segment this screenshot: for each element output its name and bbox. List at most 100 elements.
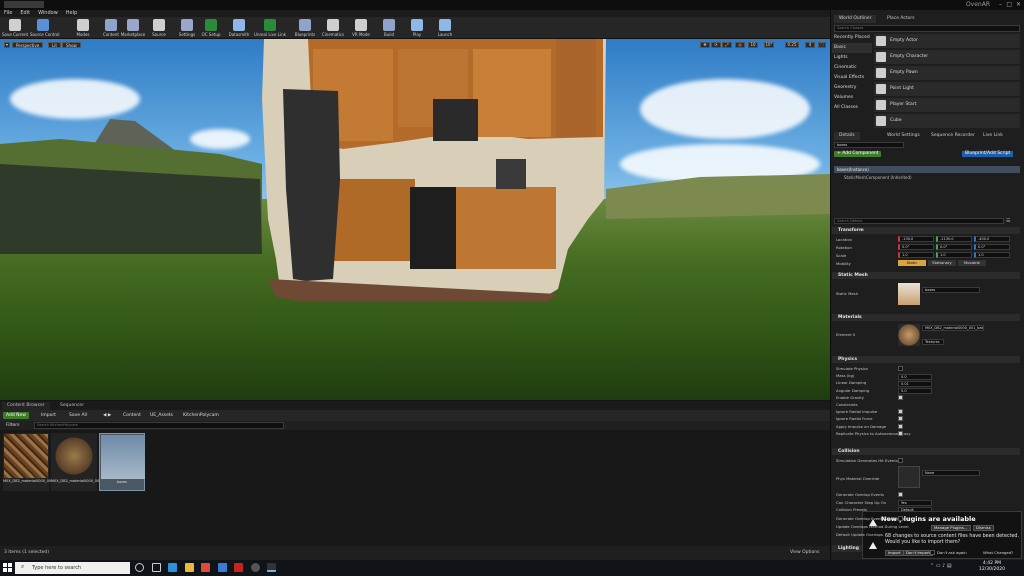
lit-button[interactable]: Lit	[48, 42, 61, 48]
asset-tile[interactable]: M0X_DB2_material0000_001_baked	[51, 433, 114, 491]
tab-live-link[interactable]: Live Link	[978, 132, 1008, 140]
breadcrumb-ue-assets[interactable]: UE_Assets	[147, 412, 176, 419]
scale-z-input[interactable]: 1.0	[974, 252, 1010, 258]
scale-y-input[interactable]: 1.0	[936, 252, 972, 258]
save-current-button[interactable]: Save Current	[2, 17, 28, 39]
chrome-icon[interactable]	[201, 563, 210, 572]
physics-checkbox[interactable]	[898, 423, 903, 429]
viewport-options-button[interactable]: ▾	[4, 42, 10, 48]
menu-help[interactable]: Help	[62, 10, 81, 17]
breadcrumb-content[interactable]: Content	[120, 412, 144, 419]
section-materials[interactable]: Materials	[832, 314, 1020, 321]
import-changes-button[interactable]: Import	[885, 550, 904, 556]
category-recently-placed[interactable]: Recently Placed	[832, 33, 872, 43]
build-button[interactable]: Build	[376, 17, 402, 39]
taskbar-clock[interactable]: 4:42 PM 12/30/2020	[972, 561, 1012, 573]
phys-material-select[interactable]: None	[922, 470, 980, 476]
windows-start-icon[interactable]	[3, 563, 12, 572]
section-transform[interactable]: Transform	[832, 227, 1020, 234]
cinematics-button[interactable]: Cinematics	[320, 17, 346, 39]
file-explorer-icon[interactable]	[185, 563, 194, 572]
save-all-button[interactable]: Save All	[66, 412, 90, 419]
component-instance-row[interactable]: boxes(Instance)	[834, 166, 1020, 173]
location-x-input[interactable]: -130.0	[898, 236, 934, 242]
filters-button[interactable]: Filters	[3, 422, 23, 429]
linear-damping-input[interactable]: 0.01	[898, 381, 932, 387]
grid-snap-value[interactable]: 10	[748, 42, 758, 48]
minimize-button[interactable]: –	[999, 1, 1002, 8]
dont-import-button[interactable]: Don't Import	[903, 550, 933, 556]
category-lights[interactable]: Lights	[832, 53, 872, 63]
unreal-engine-icon[interactable]	[267, 563, 276, 572]
dont-ask-checkbox[interactable]	[930, 550, 935, 555]
photos-icon[interactable]	[218, 563, 227, 572]
tab-world-outliner[interactable]: World Outliner	[834, 15, 877, 23]
collision-checkbox[interactable]	[898, 492, 903, 497]
collision-checkbox[interactable]	[898, 516, 903, 521]
rotation-x-input[interactable]: 0.0°	[898, 244, 934, 250]
tab-sequencer[interactable]: Sequencer	[55, 402, 90, 410]
component-mesh-row[interactable]: StaticMeshComponent (Inherited)	[834, 174, 1020, 181]
location-y-input[interactable]: -1130.0	[936, 236, 972, 242]
marketplace-button[interactable]: Marketplace	[120, 17, 146, 39]
tab-content-browser[interactable]: Content Browser	[2, 402, 50, 410]
history-back-icon[interactable]: ◀ ▶	[100, 412, 114, 419]
category-cinematic[interactable]: Cinematic	[832, 63, 872, 73]
category-basic[interactable]: Basic	[832, 43, 872, 53]
mobility-movable-button[interactable]: Movable	[958, 260, 986, 266]
place-actor-point-light[interactable]: Point Light	[874, 82, 1020, 96]
place-actor-cube[interactable]: Cube	[874, 114, 1020, 128]
acrobat-icon[interactable]	[234, 563, 243, 572]
section-collision[interactable]: Collision	[832, 448, 1020, 455]
scale-tool-icon[interactable]: ⤢	[722, 42, 732, 48]
physics-checkbox[interactable]	[898, 416, 903, 422]
place-actor-empty-pawn[interactable]: Empty Pawn	[874, 66, 1020, 80]
place-actors-search[interactable]: Search Classes	[834, 25, 1020, 32]
datasmith-button[interactable]: Datasmith	[226, 17, 252, 39]
import-button[interactable]: Import	[38, 412, 59, 419]
content-search-input[interactable]: Search KitchenPolycam	[34, 422, 284, 429]
rotate-tool-icon[interactable]: ⟳	[711, 42, 721, 48]
tab-details[interactable]: Details	[834, 132, 860, 140]
unreal-live-link-button[interactable]: Unreal Live Link	[252, 17, 288, 39]
view-options-icon[interactable]: ☰	[1006, 218, 1010, 224]
asset-tile[interactable]: M0X_DB2_material0000_001_lib_plan_diffus…	[3, 433, 82, 491]
perspective-button[interactable]: Perspective	[12, 42, 44, 48]
tab-sequence-recorder[interactable]: Sequence Recorder	[926, 132, 980, 140]
collision-checkbox[interactable]	[898, 458, 903, 463]
place-actor-empty-actor[interactable]: Empty Actor	[874, 34, 1020, 48]
asset-tile-selected[interactable]: boxes	[99, 433, 145, 491]
place-actor-empty-character[interactable]: Empty Character	[874, 50, 1020, 64]
category-geometry[interactable]: Geometry	[832, 83, 872, 93]
play-button[interactable]: Play	[404, 17, 430, 39]
physics-checkbox[interactable]	[898, 409, 903, 415]
rotation-snap-value[interactable]: 10°	[764, 42, 774, 48]
blueprints-button[interactable]: Blueprints	[292, 17, 318, 39]
location-z-input[interactable]: -400.0	[974, 236, 1010, 242]
section-static-mesh[interactable]: Static Mesh	[832, 272, 1020, 279]
scale-x-input[interactable]: 1.0	[898, 252, 934, 258]
edge-icon[interactable]	[168, 563, 177, 572]
maximize-button[interactable]: □	[1006, 1, 1012, 8]
task-view-icon[interactable]	[152, 563, 161, 572]
mobility-stationary-button[interactable]: Stationary	[928, 260, 956, 266]
system-tray-icons[interactable]: ⌃ ▭ ♪ ▤	[930, 563, 952, 569]
level-viewport[interactable]: ▾ Perspective Lit Show ✥ ⟳ ⤢ ◎ 10 10° 0.…	[0, 39, 830, 400]
tab-world-settings[interactable]: World Settings	[882, 132, 925, 140]
mobility-static-button[interactable]: Static	[898, 260, 926, 266]
camera-speed-value[interactable]: 4	[805, 42, 815, 48]
category-volumes[interactable]: Volumes	[832, 93, 872, 103]
menu-edit[interactable]: Edit	[16, 10, 34, 17]
oc-setup-button[interactable]: OC Setup	[198, 17, 224, 39]
details-search-input[interactable]: Search Details	[834, 218, 1004, 224]
dismiss-button[interactable]: Dismiss	[973, 525, 994, 531]
maximize-viewport-icon[interactable]: ⛶	[818, 42, 826, 48]
material-mode-select[interactable]: Textures	[922, 339, 944, 345]
place-actor-player-start[interactable]: Player Start	[874, 98, 1020, 112]
what-changed-link[interactable]: What Changed?	[983, 550, 1013, 555]
manage-plugins-button[interactable]: Manage Plugins...	[931, 525, 971, 531]
menu-window[interactable]: Window	[34, 10, 62, 17]
rotation-z-input[interactable]: 0.0°	[974, 244, 1010, 250]
add-component-button[interactable]: + Add Component	[834, 151, 882, 157]
actor-name-input[interactable]: boxes	[834, 142, 904, 148]
